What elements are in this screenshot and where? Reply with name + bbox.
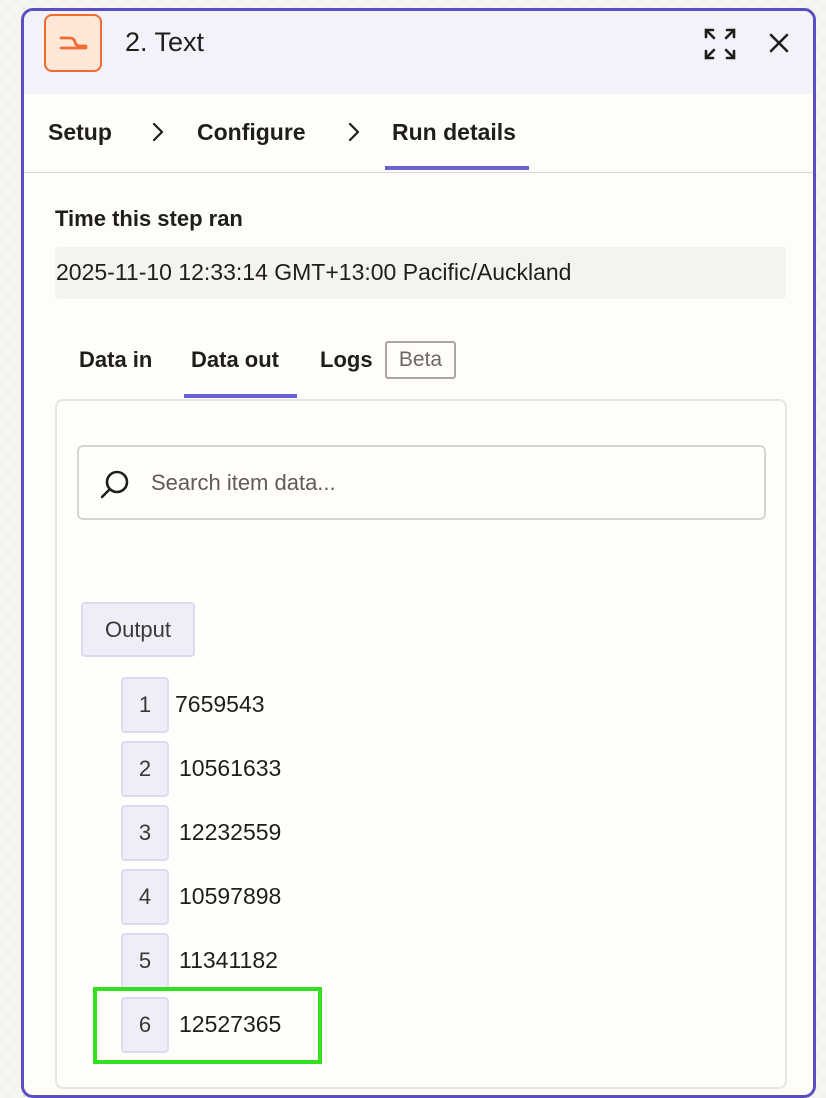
list-item: 4 10597898	[121, 869, 521, 925]
panel-title: 2. Text	[125, 27, 205, 57]
tab-setup[interactable]: Setup	[48, 119, 112, 146]
time-value: 2025-11-10 12:33:14 GMT+13:00 Pacific/Au…	[56, 259, 572, 285]
search-icon	[100, 470, 129, 499]
list-item: 2 10561633	[121, 741, 521, 797]
step-tabs: Setup Configure Run details	[24, 94, 813, 173]
item-index: 4	[121, 869, 169, 925]
list-item: 1 7659543	[121, 677, 521, 733]
search-input[interactable]	[151, 465, 731, 501]
tab-configure[interactable]: Configure	[197, 119, 306, 146]
tab-data-in[interactable]: Data in	[79, 347, 152, 373]
item-value: 11341182	[179, 947, 278, 973]
active-tab-indicator	[385, 166, 529, 170]
list-item: 5 11341182	[121, 933, 521, 989]
output-label: Output	[81, 602, 195, 657]
chevron-right-icon	[348, 122, 360, 142]
item-index: 3	[121, 805, 169, 861]
item-value: 10597898	[179, 883, 282, 909]
panel-header: 2. Text	[24, 11, 813, 94]
text-formatter-icon	[44, 14, 102, 72]
item-index: 2	[121, 741, 169, 797]
step-panel: 2. Text Setup Configure Run details Time…	[21, 8, 816, 1098]
tab-data-out[interactable]: Data out	[191, 347, 279, 373]
tab-run-details[interactable]: Run details	[392, 119, 516, 146]
chevron-right-icon	[152, 122, 164, 142]
search-box[interactable]	[77, 445, 766, 520]
close-icon[interactable]	[766, 30, 792, 56]
item-index: 5	[121, 933, 169, 989]
item-value: 12232559	[179, 819, 282, 845]
list-item: 6 12527365	[121, 997, 521, 1053]
list-item: 3 12232559	[121, 805, 521, 861]
item-index: 1	[121, 677, 169, 733]
data-out-card: Output 1 7659543 2 10561633 3 12232559 4…	[55, 399, 787, 1089]
item-value: 12527365	[179, 1011, 282, 1037]
time-label: Time this step ran	[55, 206, 243, 231]
item-index: 6	[121, 997, 169, 1053]
expand-icon[interactable]	[703, 27, 737, 61]
item-value: 10561633	[179, 755, 282, 781]
tab-logs[interactable]: Logs	[320, 347, 373, 373]
active-subtab-indicator	[184, 394, 297, 398]
beta-badge: Beta	[385, 341, 456, 379]
item-value: 7659543	[175, 691, 265, 717]
time-value-box: 2025-11-10 12:33:14 GMT+13:00 Pacific/Au…	[55, 247, 786, 299]
